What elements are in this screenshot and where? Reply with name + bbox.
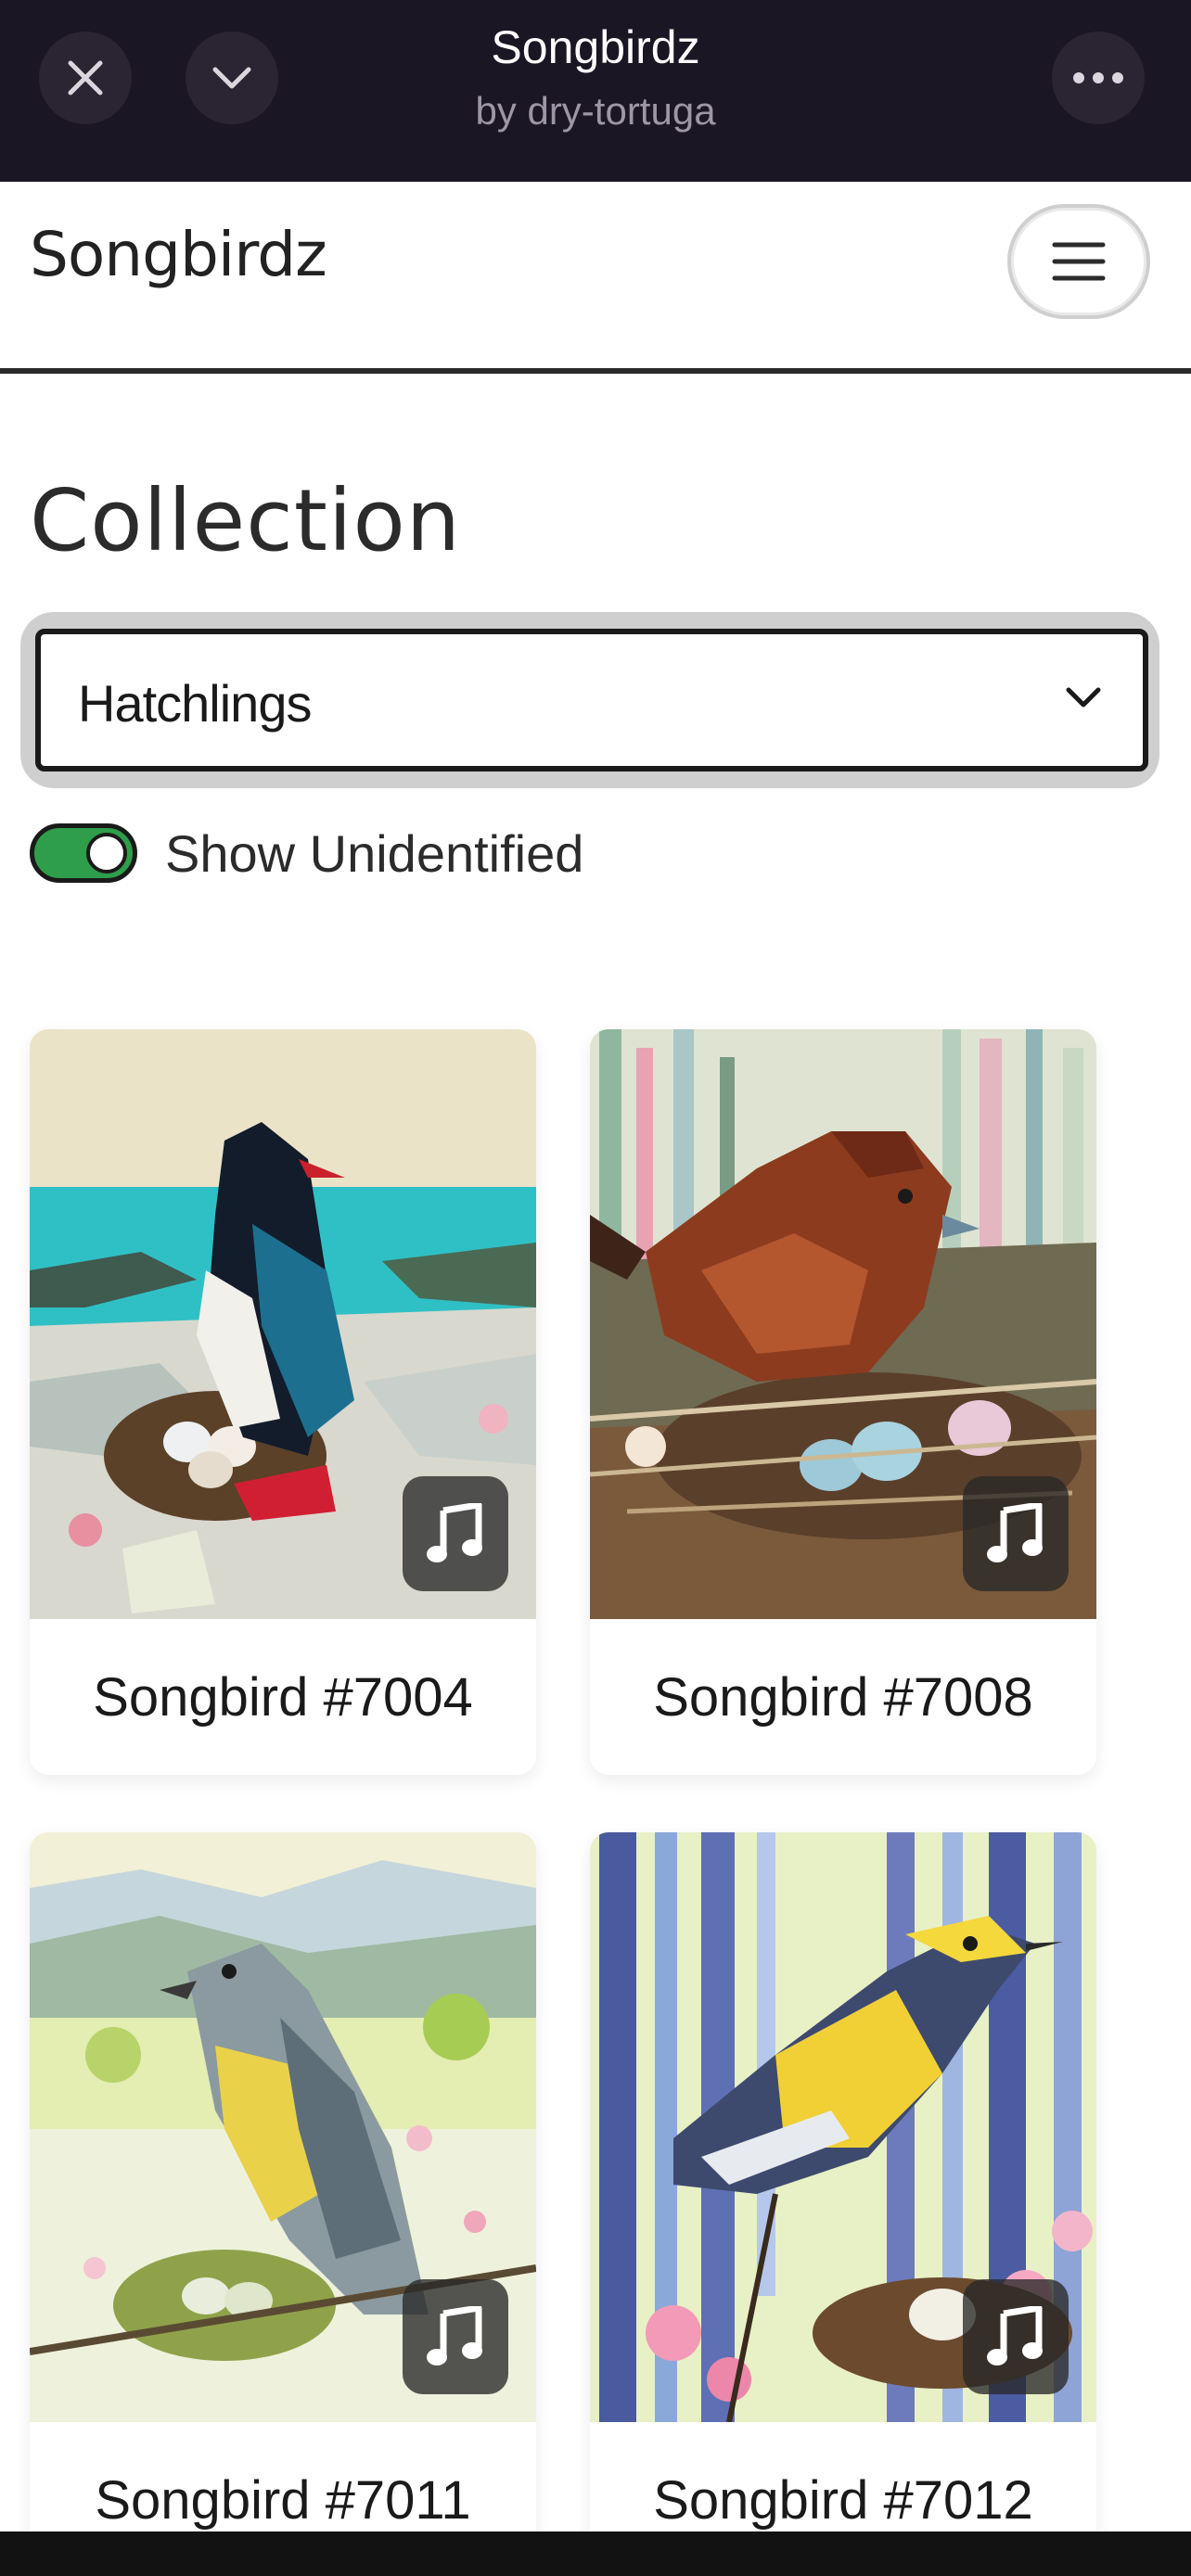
songbird-card[interactable]: Songbird #7004	[30, 1029, 536, 1775]
songbird-card[interactable]: Songbird #7011	[30, 1832, 536, 2576]
hamburger-icon	[1052, 242, 1106, 281]
toggle-knob	[86, 833, 127, 874]
collection-select-value: Hatchlings	[78, 674, 312, 733]
songbird-image[interactable]	[30, 1832, 536, 2422]
music-note-icon	[427, 1503, 482, 1562]
music-note-icon	[987, 1503, 1043, 1562]
site-header: Songbirdz	[0, 182, 1191, 373]
show-unidentified-row: Show Unidentified	[30, 816, 583, 890]
music-note-icon	[427, 2306, 482, 2366]
songbird-image[interactable]	[590, 1029, 1096, 1619]
collection-title: Collection	[30, 471, 462, 570]
play-song-button[interactable]	[403, 2279, 508, 2394]
songbird-card[interactable]: Songbird #7012	[590, 1832, 1096, 2576]
songbird-card[interactable]: Songbird #7008	[590, 1029, 1096, 1775]
play-song-button[interactable]	[963, 2279, 1069, 2394]
app-top-bar: Songbirdz by dry-tortuga	[0, 0, 1191, 182]
show-unidentified-toggle[interactable]	[30, 823, 137, 883]
collection-select[interactable]: Hatchlings	[35, 629, 1148, 772]
music-note-icon	[987, 2306, 1043, 2366]
collection-select-focus-ring: Hatchlings	[20, 612, 1159, 788]
app-title: Songbirdz	[491, 21, 700, 73]
app-subtitle: by dry-tortuga	[475, 89, 716, 133]
songbird-name: Songbird #7004	[93, 1666, 473, 1728]
play-song-button[interactable]	[963, 1476, 1069, 1591]
menu-button[interactable]	[1007, 204, 1150, 319]
bottom-bar	[0, 2531, 1191, 2576]
songbird-image[interactable]	[30, 1029, 536, 1619]
chevron-down-icon	[1066, 687, 1101, 708]
site-brand[interactable]: Songbirdz	[30, 219, 327, 290]
play-song-button[interactable]	[403, 1476, 508, 1591]
songbird-name: Songbird #7008	[653, 1666, 1033, 1728]
show-unidentified-label: Show Unidentified	[165, 823, 584, 883]
more-options-button[interactable]	[1052, 32, 1145, 124]
more-dots-icon	[1073, 72, 1123, 83]
songbird-image[interactable]	[590, 1832, 1096, 2422]
header-divider	[0, 368, 1191, 374]
